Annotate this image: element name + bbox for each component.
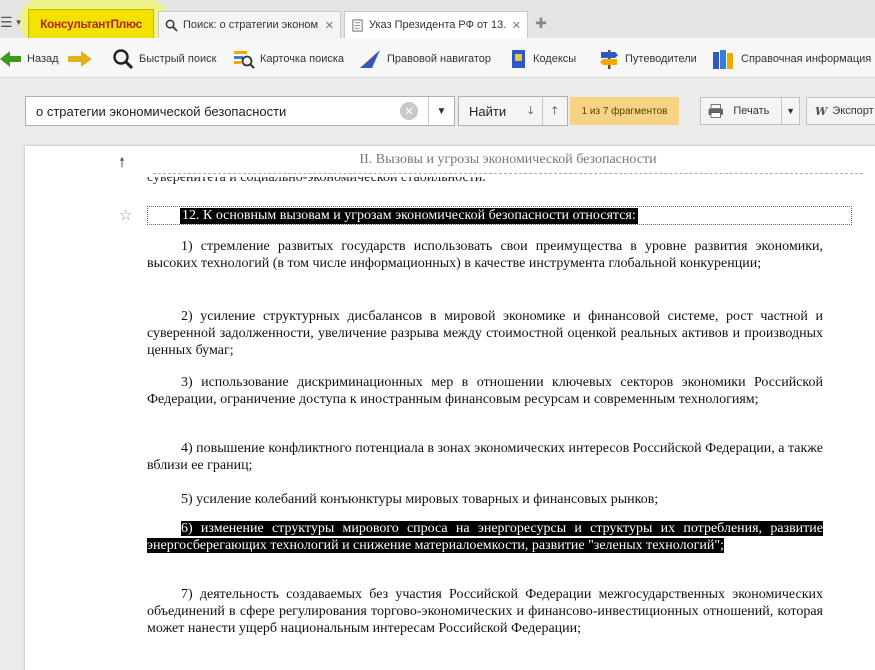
find-next-button[interactable]: 🡓: [520, 97, 542, 125]
toolbar: Назад Быстрый поиск Карточка поиска Прав…: [0, 38, 875, 78]
search-icon: [165, 19, 178, 32]
close-icon[interactable]: ✕: [325, 19, 334, 32]
paragraph-2: 2) усиление структурных дисбалансов в ми…: [147, 309, 823, 358]
paragraph-1: 1) стремление развитых государств исполь…: [147, 239, 823, 271]
search-input[interactable]: [26, 97, 400, 125]
arrow-left-icon: [0, 51, 21, 67]
partially-hidden-line: суверенитета и социально-экономической с…: [147, 177, 847, 188]
tab-label: Указ Президента РФ от 13.: [369, 19, 506, 31]
main-menu-button[interactable]: ☰ ▼: [0, 13, 26, 31]
quick-search-label: Быстрый поиск: [139, 53, 217, 65]
section-heading: II. Вызовы и угрозы экономической безопа…: [153, 152, 863, 174]
quick-search-button[interactable]: Быстрый поиск: [112, 48, 216, 70]
reference-info-label: Справочная информация: [741, 53, 872, 65]
arrow-down-icon: 🡓: [527, 104, 534, 117]
plus-icon: ✚: [535, 14, 547, 31]
back-label: Назад: [27, 53, 59, 65]
search-box: ✕ ▼: [25, 96, 455, 126]
arrow-right-icon: [68, 51, 92, 67]
export-button[interactable]: W Экспорт: [806, 97, 875, 125]
find-button[interactable]: Найти: [459, 104, 520, 119]
printer-icon[interactable]: [707, 102, 729, 120]
hamburger-icon: ☰: [0, 13, 13, 30]
search-icon: [113, 49, 134, 70]
close-icon[interactable]: ✕: [512, 19, 521, 32]
tab-bar: ☰ ▼ КонсультантПлюс Поиск: о стратегии эк…: [0, 0, 875, 42]
search-history-dropdown[interactable]: ▼: [428, 97, 454, 125]
forward-button[interactable]: [68, 48, 97, 70]
guides-label: Путеводители: [625, 53, 697, 65]
export-label: Экспорт: [832, 105, 874, 117]
document-view[interactable]: 🠕 II. Вызовы и угрозы экономической безо…: [25, 146, 875, 670]
legal-navigator-label: Правовой навигатор: [387, 53, 491, 65]
logo-text: КонсультантПлюс: [40, 17, 142, 31]
chevron-down-icon: ▼: [14, 17, 23, 27]
paragraph-5: 5) усиление колебаний конъюнктуры мировы…: [181, 492, 659, 507]
print-button-group: Печать ▼: [700, 97, 800, 125]
search-card-icon: [234, 51, 255, 69]
arrow-up-icon: 🡑: [551, 104, 558, 117]
reference-info-button[interactable]: Справочная информация: [712, 48, 871, 70]
search-row: ✕ ▼ Найти 🡓 🡑 1 из 7 фрагментов Печать ▼…: [0, 78, 875, 146]
codes-label: Кодексы: [533, 53, 577, 65]
signpost-icon: [600, 50, 618, 69]
legal-navigator-button[interactable]: Правовой навигатор: [358, 48, 491, 70]
clear-search-button[interactable]: ✕: [400, 102, 418, 120]
tab-search[interactable]: Поиск: о стратегии эконом ✕: [158, 11, 341, 38]
codes-button[interactable]: Кодексы: [510, 48, 576, 70]
star-bookmark-icon[interactable]: ☆: [119, 206, 132, 224]
print-options-dropdown[interactable]: ▼: [781, 98, 799, 124]
paragraph-6-highlight: 6) изменение структуры мирового спроса н…: [147, 521, 823, 553]
print-button[interactable]: Печать: [729, 105, 781, 117]
heading-text: 12. К основным вызовам и угрозам экономи…: [180, 208, 638, 224]
caret-down-icon: ▼: [786, 106, 796, 116]
paragraph-4: 4) повышение конфликтного потенциала в з…: [147, 441, 824, 473]
document-icon: [352, 18, 363, 32]
find-previous-button[interactable]: 🡑: [541, 97, 568, 125]
close-icon: ✕: [404, 105, 414, 118]
new-tab-button[interactable]: ✚: [532, 14, 550, 32]
arrow-up-icon[interactable]: 🠕: [119, 152, 125, 176]
back-button[interactable]: Назад: [0, 48, 59, 70]
cut-line-text: суверенитета и социально-экономической с…: [147, 177, 486, 185]
search-card-label: Карточка поиска: [260, 53, 345, 65]
tab-document[interactable]: Указ Президента РФ от 13. ✕: [344, 11, 528, 38]
reference-books-icon: [713, 50, 733, 69]
guides-button[interactable]: Путеводители: [598, 48, 697, 70]
search-match-heading: 12. К основным вызовам и угрозам экономи…: [147, 206, 852, 225]
codes-book-icon: [512, 50, 525, 68]
navigator-icon: [360, 50, 380, 68]
word-icon: W: [815, 104, 828, 118]
fragments-status: 1 из 7 фрагментов: [570, 97, 679, 125]
search-card-button[interactable]: Карточка поиска: [233, 48, 344, 70]
paragraph-7: 7) деятельность создаваемых без участия …: [147, 587, 823, 636]
caret-down-icon: ▼: [436, 105, 447, 117]
find-button-group: Найти 🡓 🡑: [458, 96, 568, 126]
paragraph-6: 6) изменение структуры мирового спроса н…: [147, 520, 823, 554]
tab-label: Поиск: о стратегии эконом: [183, 19, 319, 31]
logo-tab[interactable]: КонсультантПлюс: [28, 9, 154, 38]
paragraph-3: 3) использование дискриминационных мер в…: [147, 375, 823, 407]
